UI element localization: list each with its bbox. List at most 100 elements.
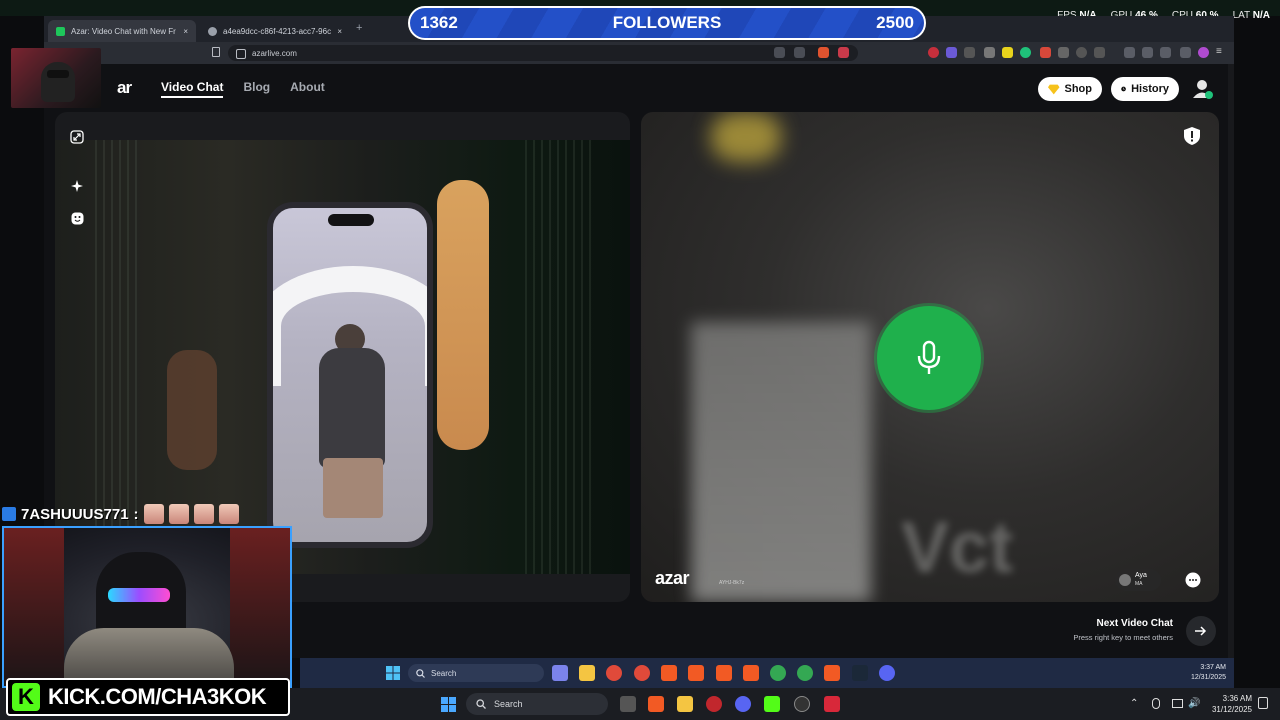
profile-icon[interactable] (1198, 47, 1209, 58)
notifications-icon[interactable] (1258, 697, 1268, 709)
browser-tab-azar[interactable]: Azar: Video Chat with New Fr × (48, 20, 196, 42)
share-icon[interactable] (794, 47, 805, 58)
emote-face-icon (143, 504, 164, 524)
windows-start-icon[interactable] (441, 697, 456, 712)
sidebar-toggle-icon[interactable] (1124, 47, 1135, 58)
partner-name: Aya (1135, 572, 1147, 579)
close-tab-icon[interactable]: × (183, 27, 188, 36)
vpn-icon[interactable] (1180, 47, 1191, 58)
taskbar-search-placeholder: Search (494, 699, 523, 709)
extension-red2-icon[interactable] (1040, 47, 1051, 58)
inner-search-box[interactable]: Search (408, 664, 544, 682)
next-chat-button[interactable] (1186, 616, 1216, 646)
azar-watermark: azar (655, 568, 690, 588)
menu-icon[interactable]: ≡ (1216, 47, 1227, 58)
taskbar-search-box[interactable]: Search (466, 693, 608, 715)
partner-badge[interactable]: Aya MA (1115, 569, 1161, 591)
extension-yellow-icon[interactable] (1002, 47, 1013, 58)
main-nav: Video Chat Blog About (161, 80, 325, 98)
expand-icon[interactable] (69, 129, 85, 145)
partner-video-panel: Vct azar AYHJ-Bk7z Aya MA (641, 112, 1219, 602)
discord-icon[interactable] (735, 696, 751, 712)
new-tab-button[interactable]: + (356, 22, 362, 34)
brave2-icon[interactable] (688, 665, 704, 681)
history-button[interactable]: History (1111, 77, 1179, 101)
globe-icon (208, 26, 217, 36)
sparkle-icon[interactable] (69, 178, 85, 194)
extension-purple-icon[interactable] (946, 47, 957, 58)
extension-box-icon[interactable] (964, 47, 975, 58)
chrome3-icon[interactable] (770, 665, 786, 681)
watermark-id: AYHJ-Bk7z (719, 580, 745, 586)
emote-face-icon (218, 504, 239, 524)
shield-icon[interactable] (1184, 127, 1200, 145)
brave-shield-icon[interactable] (818, 47, 829, 58)
chevron-up-icon[interactable]: ⌃ (1130, 698, 1138, 709)
followers-current: 1362 (420, 13, 458, 32)
azar-logo[interactable]: ar (117, 78, 132, 98)
held-phone (267, 202, 433, 548)
brave-icon[interactable] (648, 696, 664, 712)
extension-puzzle-icon[interactable] (1058, 47, 1069, 58)
extension-grid-icon[interactable] (1094, 47, 1105, 58)
steam-icon[interactable] (852, 665, 868, 681)
brave5-icon[interactable] (824, 665, 840, 681)
task-view-icon[interactable] (620, 696, 636, 712)
folder-icon[interactable] (677, 696, 693, 712)
app-red-icon[interactable] (706, 696, 722, 712)
stat-lat: LAT N/A (1232, 10, 1270, 21)
tab-title: Azar: Video Chat with New Fr (71, 26, 176, 36)
clock-date: 31/12/2025 (1211, 705, 1252, 714)
windows-start-icon[interactable] (386, 666, 400, 680)
user-icon[interactable] (1192, 78, 1214, 100)
taskbar-clock[interactable]: 3:36 AM 31/12/2025 (1192, 693, 1252, 715)
extension-circle-icon[interactable] (1076, 47, 1087, 58)
teams-icon[interactable] (552, 665, 568, 681)
bookmark-icon[interactable] (212, 47, 220, 57)
nav-about[interactable]: About (290, 80, 325, 98)
emote-face-icon (168, 504, 189, 524)
streamer-thumbnail (11, 48, 101, 108)
leo-ai-icon[interactable] (1160, 47, 1171, 58)
extension-green-icon[interactable] (1020, 47, 1031, 58)
followers-goal-bar: 1362 FOLLOWERS 2500 (408, 6, 926, 40)
mic-button[interactable] (877, 306, 981, 410)
microphone-tray-icon[interactable] (1152, 698, 1160, 709)
inner-clock: 3:37 AM 12/31/2025 (1150, 663, 1226, 683)
wallet-icon[interactable] (1142, 47, 1153, 58)
chat-separator: : (133, 505, 139, 523)
brave4-icon[interactable] (743, 665, 759, 681)
chrome2-icon[interactable] (634, 665, 650, 681)
brave-rewards-icon[interactable] (838, 47, 849, 58)
browser-tab-second[interactable]: a4ea9dcc-c86f-4213-acc7-96c2ea4c × (200, 20, 350, 42)
search-icon (476, 699, 486, 709)
page-scrollbar[interactable] (1228, 64, 1234, 658)
app-mic-icon[interactable] (824, 696, 840, 712)
brave-icon[interactable] (661, 665, 677, 681)
close-tab-icon[interactable]: × (337, 27, 342, 36)
nav-video-chat[interactable]: Video Chat (161, 80, 224, 98)
emoji-icon[interactable] (69, 210, 85, 226)
extension-red-icon[interactable] (928, 47, 939, 58)
chrome4-icon[interactable] (797, 665, 813, 681)
discord-icon[interactable] (879, 665, 895, 681)
chrome-icon[interactable] (606, 665, 622, 681)
kick-app-icon[interactable] (764, 696, 780, 712)
extension-gear-icon[interactable] (984, 47, 995, 58)
url-text: azarlive.com (252, 48, 297, 58)
folder-icon[interactable] (579, 665, 595, 681)
obs-icon[interactable] (794, 696, 810, 712)
network-icon[interactable] (1172, 699, 1183, 708)
shop-button[interactable]: Shop (1038, 77, 1102, 101)
chat-icon[interactable] (1185, 572, 1201, 588)
screen-cast-icon[interactable] (774, 47, 785, 58)
partner-avatar (1119, 574, 1131, 586)
brave3-icon[interactable] (716, 665, 732, 681)
site-settings-icon[interactable] (236, 49, 246, 59)
arrow-right-icon (1195, 626, 1207, 636)
search-icon (416, 668, 425, 678)
inner-date: 12/31/2025 (1190, 674, 1226, 681)
url-field[interactable]: azarlive.com (228, 45, 858, 61)
next-video-chat-hint: Press right key to meet others (1073, 633, 1173, 642)
nav-blog[interactable]: Blog (243, 80, 270, 98)
